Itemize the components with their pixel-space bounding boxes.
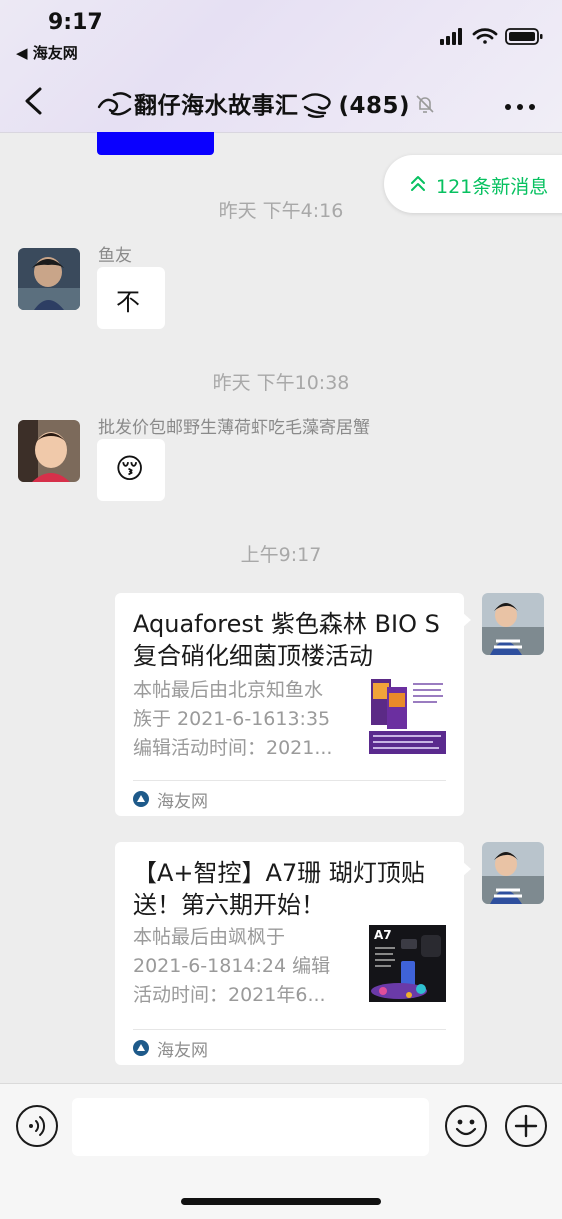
timestamp: 昨天 下午4:16 xyxy=(218,200,344,222)
battery-icon xyxy=(505,28,543,45)
card-title-line: Aquaforest 紫色森林 BIO S xyxy=(133,610,440,638)
text-message-bubble[interactable]: 不 xyxy=(97,267,165,329)
emoji-message-bubble[interactable]: 😚 xyxy=(97,439,165,501)
card-divider xyxy=(133,780,446,781)
new-messages-label: 121条新消息 xyxy=(436,176,549,198)
kissing-face-icon: 😚 xyxy=(115,452,145,485)
more-icon[interactable] xyxy=(504,96,536,115)
card-title-line: 【A+智控】A7珊 瑚灯顶贴 xyxy=(133,859,425,887)
card-title-line: 送！第六期开始！ xyxy=(133,891,325,919)
card-description-line: 本帖最后由北京知鱼水 xyxy=(133,679,324,701)
link-card-message[interactable]: 【A+智控】A7珊 瑚灯顶贴 送！第六期开始！ 本帖最后由飒枫于 2021-6-… xyxy=(115,842,471,1065)
timestamp: 上午9:17 xyxy=(240,544,322,566)
emoji-picker-icon[interactable] xyxy=(445,1105,487,1147)
message-input[interactable] xyxy=(72,1098,429,1156)
sender-name: 批发价包邮野生薄荷虾吃毛藻寄居蟹 xyxy=(98,418,370,438)
bubble-tail xyxy=(463,862,471,876)
card-description-line: 活动时间：2021年6... xyxy=(133,984,326,1006)
avatar[interactable] xyxy=(482,593,544,655)
card-thumbnail xyxy=(369,677,446,754)
mute-bell-icon xyxy=(414,93,436,121)
add-plus-icon[interactable] xyxy=(505,1105,547,1147)
card-title-line: 复合硝化细菌顶楼活动 xyxy=(133,642,373,670)
double-chevron-up-icon xyxy=(410,175,426,197)
avatar[interactable] xyxy=(18,248,80,310)
card-description-line: 族于 2021-6-1613:35 xyxy=(133,708,331,730)
member-count: (485) xyxy=(338,93,411,119)
voice-icon[interactable] xyxy=(16,1105,58,1147)
timestamp: 昨天 下午10:38 xyxy=(212,372,350,394)
card-source: 海友网 xyxy=(157,1041,208,1061)
image-message-partial[interactable] xyxy=(97,132,214,155)
back-chevron-icon[interactable] xyxy=(22,86,44,120)
site-logo-icon xyxy=(133,1040,149,1060)
card-divider xyxy=(133,1029,446,1030)
sender-name: 鱼友 xyxy=(98,246,132,266)
home-indicator[interactable] xyxy=(181,1198,381,1205)
wave-icon xyxy=(299,89,339,125)
status-icons xyxy=(440,26,544,50)
card-description-line: 编辑活动时间：2021... xyxy=(133,737,333,759)
card-source: 海友网 xyxy=(157,792,208,812)
status-time: 9:17 xyxy=(48,10,103,35)
wifi-icon xyxy=(472,28,498,44)
chat-title-text: 翻仔海水故事汇 xyxy=(134,93,299,119)
bubble-tail xyxy=(463,613,471,627)
cellular-signal-icon xyxy=(440,28,462,45)
card-description-line: 本帖最后由飒枫于 xyxy=(133,926,286,948)
wave-icon xyxy=(96,89,134,125)
avatar[interactable] xyxy=(18,420,80,482)
card-description-line: 2021-6-1814:24 编辑 xyxy=(133,955,331,977)
message-text: 不 xyxy=(116,288,140,316)
chat-title[interactable]: 翻仔海水故事汇 (485) xyxy=(96,86,436,125)
back-to-app-link[interactable]: ◀ 海友网 xyxy=(16,42,78,63)
avatar[interactable] xyxy=(482,842,544,904)
site-logo-icon xyxy=(133,791,149,811)
card-thumbnail: A7 xyxy=(369,925,446,1002)
link-card-message[interactable]: Aquaforest 紫色森林 BIO S 复合硝化细菌顶楼活动 本帖最后由北京… xyxy=(115,593,471,816)
